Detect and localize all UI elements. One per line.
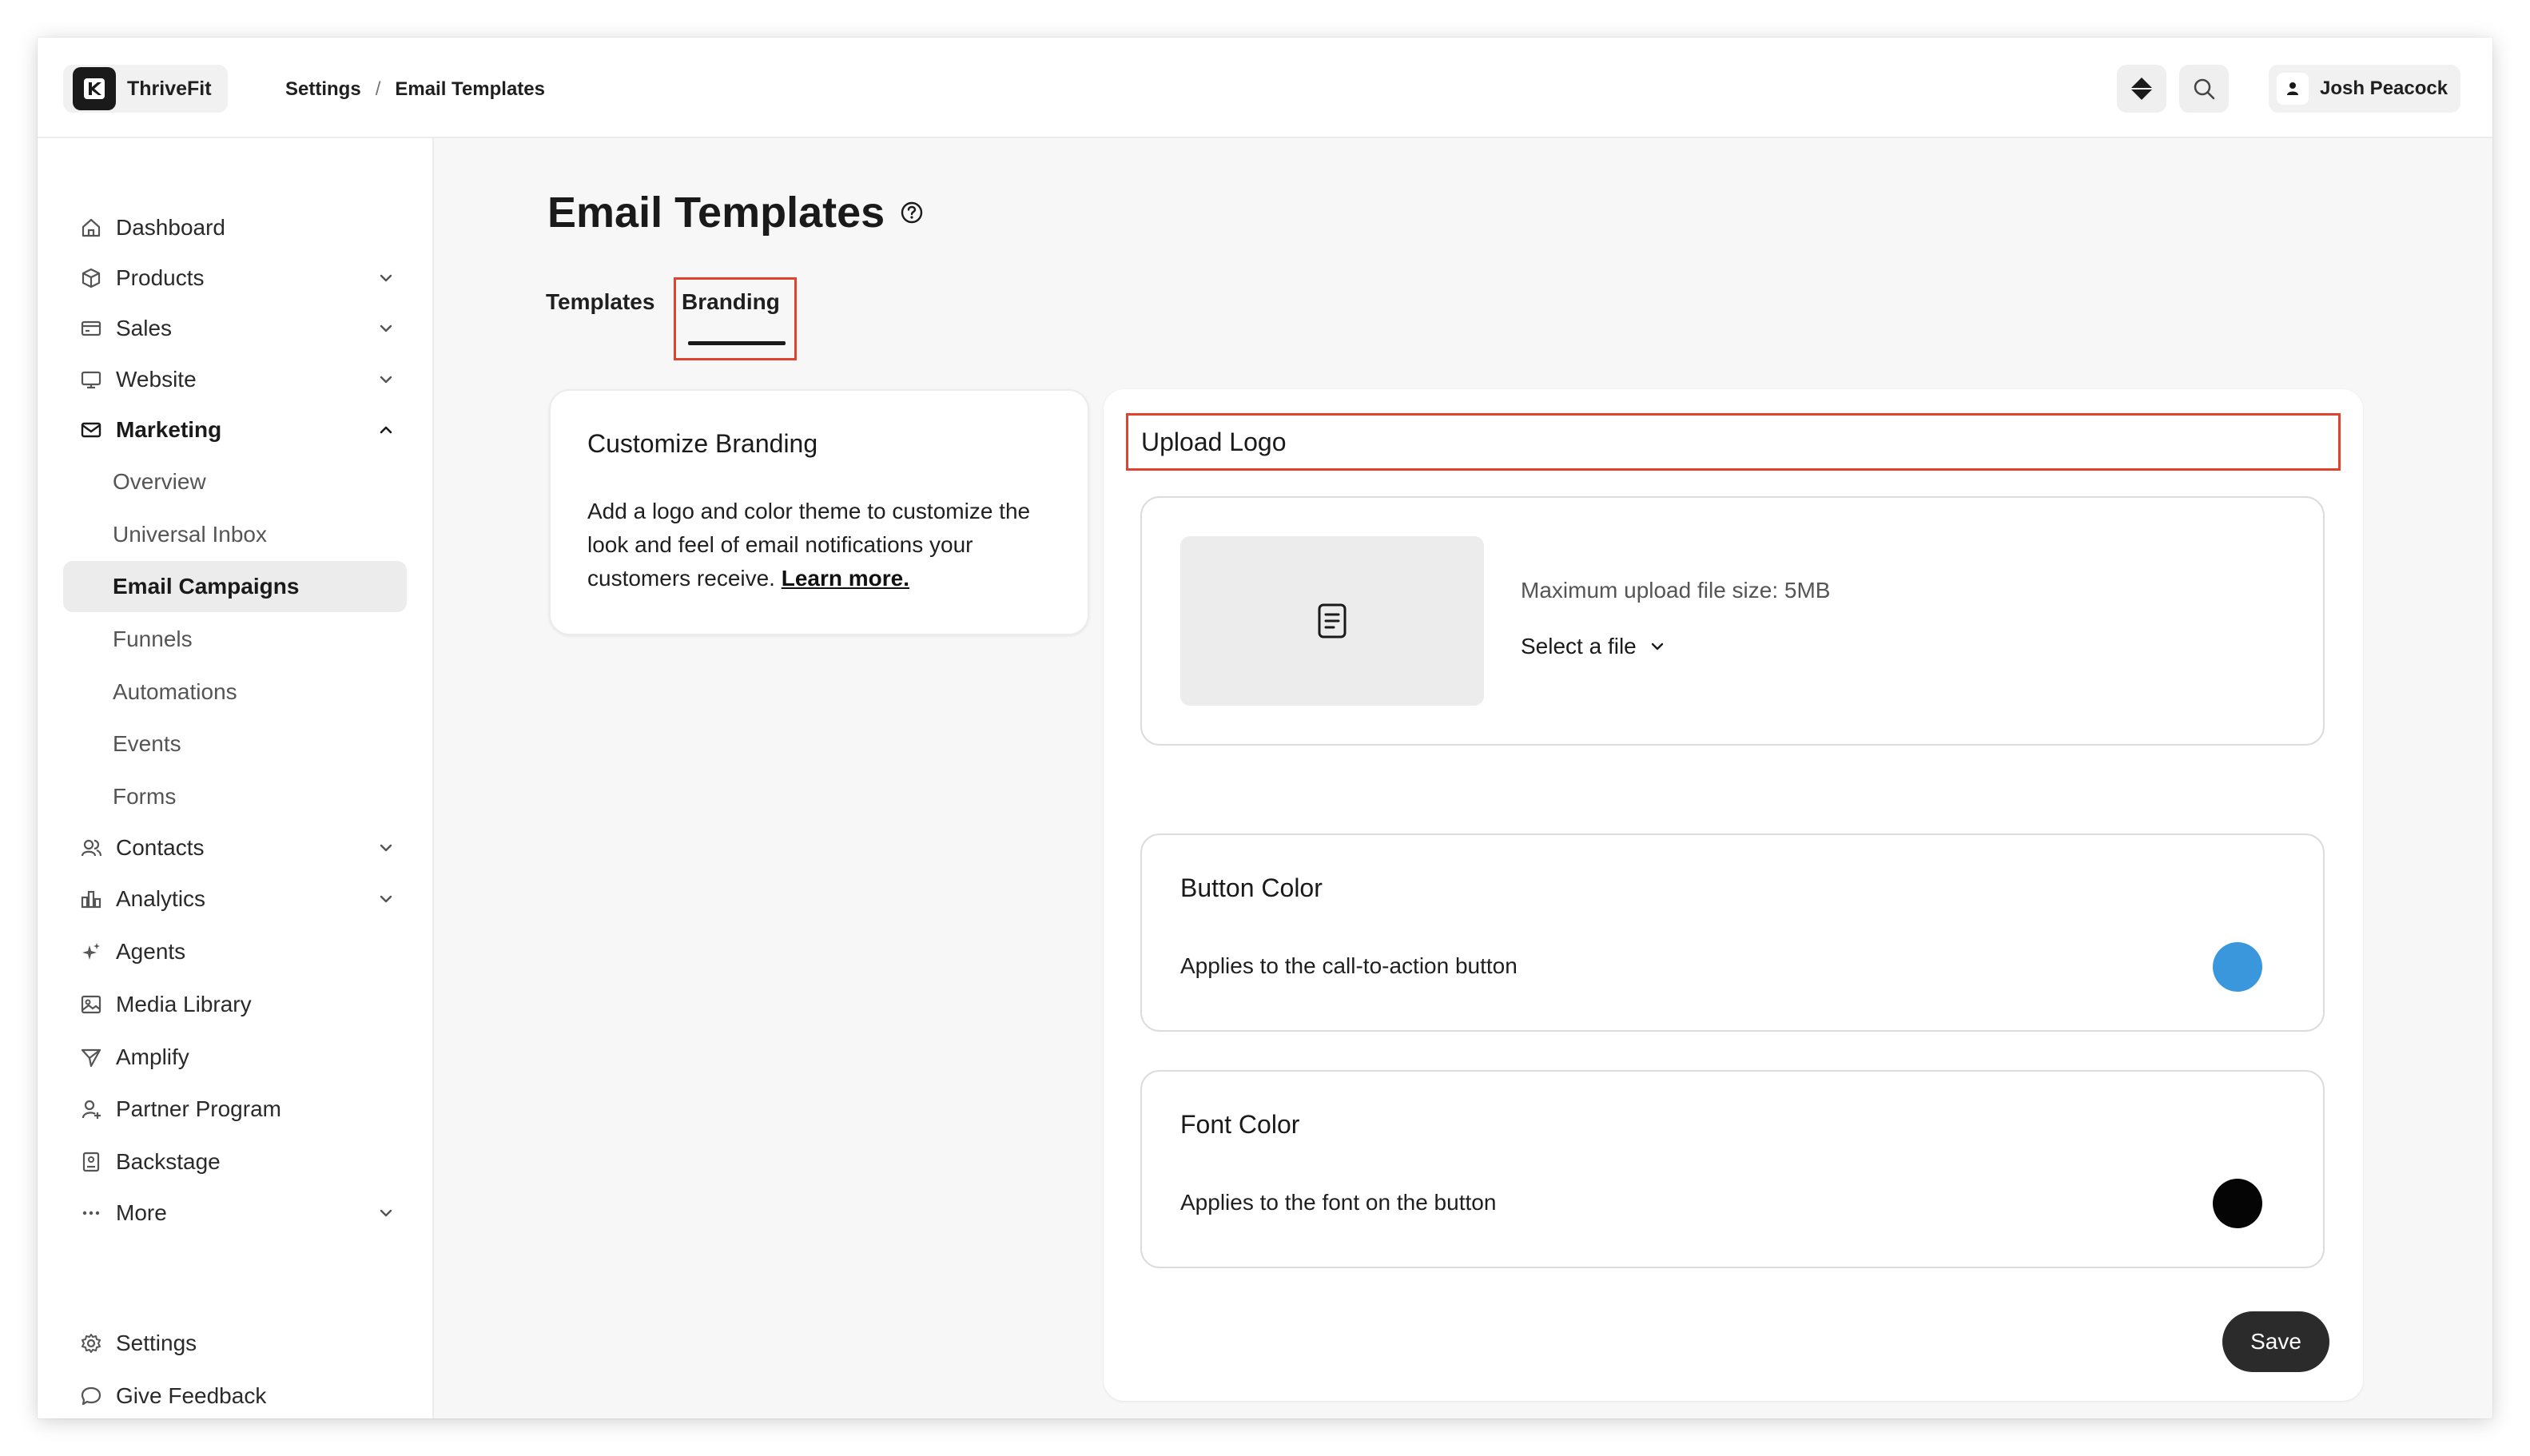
search-button[interactable] — [2179, 65, 2229, 113]
upgrade-button[interactable] — [2117, 65, 2166, 113]
font-color-swatch[interactable] — [2213, 1179, 2262, 1228]
chevron-down-icon — [380, 376, 392, 384]
workspace-switcher[interactable]: ThriveFit — [63, 65, 228, 113]
font-color-card: Font Color Applies to the font on the bu… — [1140, 1070, 2325, 1268]
breadcrumb-current: Email Templates — [395, 78, 545, 100]
upload-logo-title: Upload Logo — [1126, 413, 2341, 471]
chevron-up-icon — [380, 426, 392, 434]
customize-branding-title: Customize Branding — [587, 429, 818, 458]
user-icon — [2287, 82, 2298, 95]
file-icon — [1318, 603, 1347, 638]
sidebar-item-media-library[interactable]: Media Library — [63, 979, 407, 1030]
app-window: ThriveFit Settings / Email Templates Jos… — [38, 38, 2492, 1418]
upload-logo-box: Maximum upload file size: 5MB Select a f… — [1140, 496, 2325, 746]
logo-preview[interactable] — [1180, 536, 1484, 706]
chevron-down-icon — [380, 274, 392, 282]
sidebar-item-contacts[interactable]: Contacts — [63, 822, 407, 873]
sidebar-item-give-feedback[interactable]: Give Feedback — [63, 1370, 407, 1418]
chevron-down-icon — [1651, 642, 1663, 650]
user-menu[interactable]: Josh Peacock — [2269, 65, 2461, 113]
sidebar-item-website[interactable]: Website — [63, 354, 407, 405]
sidebar-subitem-overview[interactable]: Overview — [63, 456, 407, 507]
box-icon — [78, 265, 105, 292]
chat-icon — [78, 1382, 105, 1410]
sidebar-subitem-funnels[interactable]: Funnels — [63, 614, 407, 665]
top-bar: ThriveFit Settings / Email Templates Jos… — [38, 38, 2492, 138]
monitor-icon — [78, 366, 105, 393]
sidebar-item-more[interactable]: More — [63, 1187, 407, 1239]
learn-more-link[interactable]: Learn more. — [782, 566, 909, 591]
sidebar-subitem-universal-inbox[interactable]: Universal Inbox — [63, 509, 407, 560]
chevron-down-icon — [380, 844, 392, 852]
select-file-dropdown[interactable]: Select a file — [1521, 634, 1667, 659]
search-icon — [2194, 78, 2215, 100]
save-button[interactable]: Save — [2222, 1311, 2329, 1372]
sidebar-subitem-automations[interactable]: Automations — [63, 666, 407, 718]
chevron-down-icon — [380, 895, 392, 903]
partner-icon — [78, 1096, 105, 1123]
sidebar-item-analytics[interactable]: Analytics — [63, 873, 407, 925]
more-dots-icon — [78, 1199, 105, 1227]
max-upload-size-text: Maximum upload file size: 5MB — [1521, 578, 1831, 603]
tab-templates[interactable]: Templates — [546, 277, 654, 327]
button-color-swatch[interactable] — [2213, 942, 2262, 992]
sidebar-item-backstage[interactable]: Backstage — [63, 1136, 407, 1187]
customize-branding-card: Customize Branding Add a logo and color … — [549, 389, 1089, 635]
sparkle-icon — [78, 938, 105, 965]
sidebar-item-sales[interactable]: Sales — [63, 303, 407, 354]
app-logo-icon — [73, 67, 116, 110]
branding-settings-card: Upload Logo Maximum upload file size: 5M… — [1104, 389, 2363, 1401]
customize-branding-description: Add a logo and color theme to customize … — [587, 499, 1031, 591]
chevron-down-icon — [380, 1209, 392, 1217]
sidebar-subitem-events[interactable]: Events — [63, 718, 407, 770]
app-name: ThriveFit — [127, 77, 212, 100]
badge-icon — [78, 1148, 105, 1176]
sidebar-item-settings[interactable]: Settings — [63, 1318, 407, 1369]
sidebar-item-dashboard[interactable]: Dashboard — [63, 202, 407, 253]
sidebar-item-amplify[interactable]: Amplify — [63, 1032, 407, 1083]
avatar — [2277, 73, 2309, 105]
sidebar-item-products[interactable]: Products — [63, 253, 407, 304]
mail-icon — [78, 416, 105, 444]
font-color-title: Font Color — [1180, 1110, 1300, 1139]
credit-card-icon — [78, 315, 105, 342]
diamond-icon — [2130, 78, 2153, 100]
help-icon[interactable] — [899, 200, 925, 225]
breadcrumb-separator: / — [375, 78, 381, 100]
image-icon — [78, 991, 105, 1018]
page-title: Email Templates — [547, 188, 925, 237]
breadcrumb: Settings / Email Templates — [285, 73, 545, 106]
font-color-description: Applies to the font on the button — [1180, 1190, 1497, 1215]
sidebar-item-marketing[interactable]: Marketing — [63, 404, 407, 455]
button-color-description: Applies to the call-to-action button — [1180, 953, 1518, 978]
send-icon — [78, 1044, 105, 1071]
sidebar-subitem-forms[interactable]: Forms — [63, 771, 407, 822]
users-icon — [78, 834, 105, 861]
highlight-box-branding-tab — [674, 277, 797, 360]
sidebar-item-partner-program[interactable]: Partner Program — [63, 1084, 407, 1135]
bar-chart-icon — [78, 885, 105, 913]
home-icon — [78, 214, 105, 241]
sidebar-item-agents[interactable]: Agents — [63, 926, 407, 977]
sidebar-subitem-email-campaigns[interactable]: Email Campaigns — [63, 561, 407, 612]
breadcrumb-settings-link[interactable]: Settings — [285, 78, 361, 101]
chevron-down-icon — [380, 324, 392, 332]
gear-icon — [78, 1330, 105, 1357]
button-color-title: Button Color — [1180, 873, 1323, 902]
button-color-card: Button Color Applies to the call-to-acti… — [1140, 833, 2325, 1032]
user-name: Josh Peacock — [2320, 78, 2448, 99]
sidebar: Dashboard Products Sales Website Marketi… — [38, 138, 434, 1418]
